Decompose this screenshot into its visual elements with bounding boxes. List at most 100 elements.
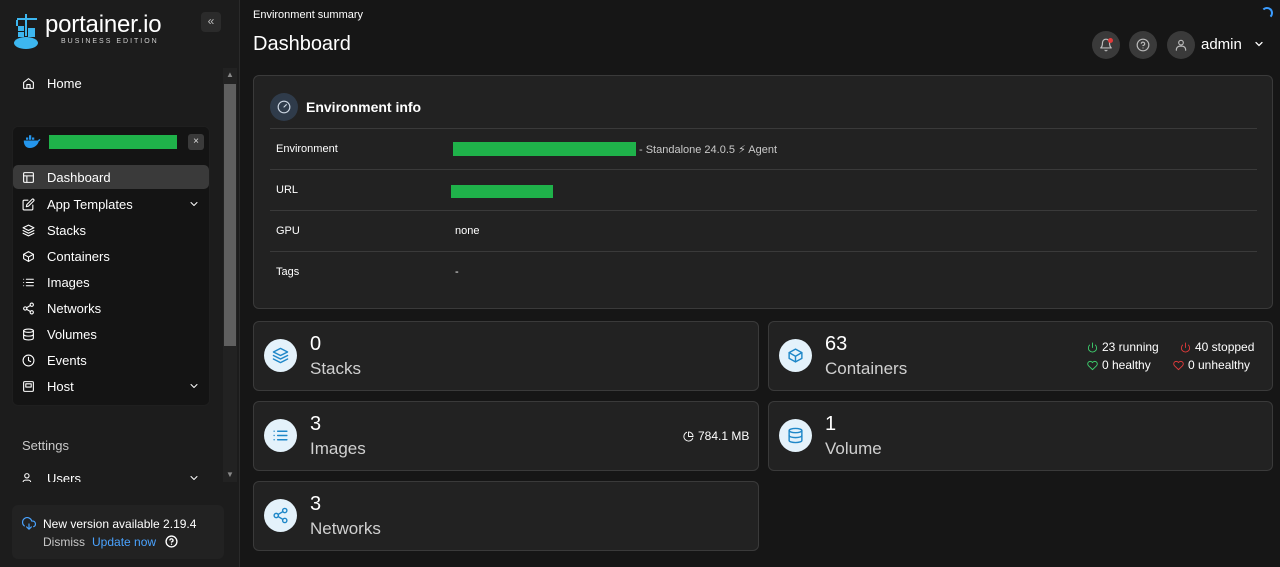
containers-unhealthy: 0 unhealthy [1173,358,1250,372]
env-row-gpu: GPU none [270,210,1257,251]
sidebar-item-label: Events [47,352,87,368]
networks-label: Networks [310,519,381,538]
sidebar-item-volumes[interactable]: Volumes [22,322,97,346]
power-icon [1087,341,1098,352]
env-row-key: Tags [276,266,300,278]
containers-running: 23 running [1087,340,1159,354]
heart-icon [1173,360,1184,370]
env-row-tags: Tags - [270,251,1257,292]
home-icon [23,77,34,89]
box-icon [23,250,34,262]
collapse-sidebar-button[interactable]: « [201,12,221,32]
url-redacted [451,185,553,198]
database-icon [779,419,812,452]
containers-healthy: 0 healthy [1087,358,1151,372]
scrollbar-thumb[interactable] [224,84,236,346]
chevron-down-icon[interactable] [1253,38,1265,50]
page-title: Dashboard [253,33,351,55]
sidebar-item-events[interactable]: Events [22,348,87,372]
environment-name-redacted [453,142,636,156]
users-icon [22,472,32,482]
sidebar-item-label: Volumes [47,326,97,342]
chevron-down-icon[interactable] [188,380,200,392]
sidebar-item-dashboard[interactable]: Dashboard [13,165,209,189]
chevron-down-icon[interactable] [188,472,200,482]
update-notice: New version available 2.19.4 Dismiss Upd… [12,505,224,559]
gauge-icon [270,93,298,121]
volumes-card[interactable]: 1 Volume [768,401,1273,471]
environment-name-redacted [49,135,177,149]
environment-agent-text: Agent [748,144,778,156]
sidebar-item-containers[interactable]: Containers [22,244,110,268]
environment-info-panel: Environment info Environment - Standalon… [253,75,1273,309]
env-row-key: Environment [276,143,338,155]
environment-type-text: - Standalone 24.0.5 [639,144,736,156]
sidebar-item-label: Stacks [47,222,87,238]
sidebar-item-home[interactable]: Home [22,71,82,95]
volumes-count: 1 [825,413,837,435]
brand-logo[interactable]: portainer.io BUSINESS EDITION [12,11,162,50]
networks-card[interactable]: 3 Networks [253,481,759,551]
lightning-icon: ⚡ [738,144,746,156]
sidebar-item-images[interactable]: Images [22,270,90,294]
dismiss-link[interactable]: Dismiss [43,535,85,549]
close-environment-button[interactable]: × [188,134,204,150]
containers-label: Containers [825,359,908,378]
user-avatar[interactable] [1167,31,1195,59]
sidebar-scrollbar[interactable]: ▲ ▼ [223,68,237,482]
sidebar-item-label: Users [47,470,81,483]
sidebar-item-stacks[interactable]: Stacks [22,218,86,242]
brand-title: portainer.io [45,11,162,38]
user-menu-name[interactable]: admin [1201,36,1242,53]
scroll-down-arrow-icon[interactable]: ▼ [223,468,237,482]
heart-icon [1087,360,1098,370]
sidebar-item-users[interactable]: Users [22,466,202,482]
env-row-value: none [455,225,480,237]
brand-subtitle: BUSINESS EDITION [61,38,159,45]
sidebar-item-app-templates[interactable]: App Templates [22,192,202,216]
env-row-environment: Environment - Standalone 24.0.5 ⚡ Agent [270,128,1257,169]
chevron-down-icon[interactable] [188,198,200,210]
images-size: 784.1 MB [683,429,749,443]
env-row-key: URL [276,184,299,196]
update-now-link[interactable]: Update now [92,535,156,549]
app-root: portainer.io BUSINESS EDITION « Home × D… [0,0,1280,567]
sidebar-item-label: Images [47,274,90,290]
volumes-label: Volume [825,439,882,458]
help-button[interactable] [1129,31,1157,59]
box-icon [779,339,812,372]
images-card[interactable]: 3 Images 784.1 MB [253,401,759,471]
edit-icon [22,197,35,210]
help-icon [1136,38,1150,52]
stacks-card[interactable]: 0 Stacks [253,321,759,391]
env-row-key: GPU [276,225,300,237]
database-icon [23,328,34,340]
help-icon[interactable] [165,535,178,548]
images-count: 3 [310,413,322,435]
share-icon [264,499,297,532]
sidebar: portainer.io BUSINESS EDITION « Home × D… [0,0,240,567]
sidebar-item-label: Networks [47,300,102,316]
containers-card[interactable]: 63 Containers 23 running 40 stopped 0 he… [768,321,1273,391]
user-icon [1175,39,1187,51]
layers-icon [264,339,297,372]
docker-icon [23,135,41,148]
containers-stopped: 40 stopped [1180,340,1254,354]
dashboard-icon [23,171,34,183]
notifications-button[interactable] [1092,31,1120,59]
sidebar-item-networks[interactable]: Networks [22,296,101,320]
breadcrumb[interactable]: Environment summary [253,9,363,21]
sidebar-item-host[interactable]: Host [22,374,202,398]
scroll-up-arrow-icon[interactable]: ▲ [223,68,237,82]
containers-count: 63 [825,333,848,355]
env-row-url: URL [270,169,1257,210]
power-off-icon [1180,341,1191,352]
sidebar-scroll-area: Home × Dashboard App Templates Stacks Co… [0,68,238,482]
layers-icon [22,224,35,236]
stacks-label: Stacks [310,359,362,378]
settings-section-label: Settings [22,438,69,453]
portainer-logo-icon [14,14,38,49]
environment-header[interactable]: × [13,127,211,157]
env-row-value: - [455,266,459,278]
cloud-download-icon [22,517,36,530]
